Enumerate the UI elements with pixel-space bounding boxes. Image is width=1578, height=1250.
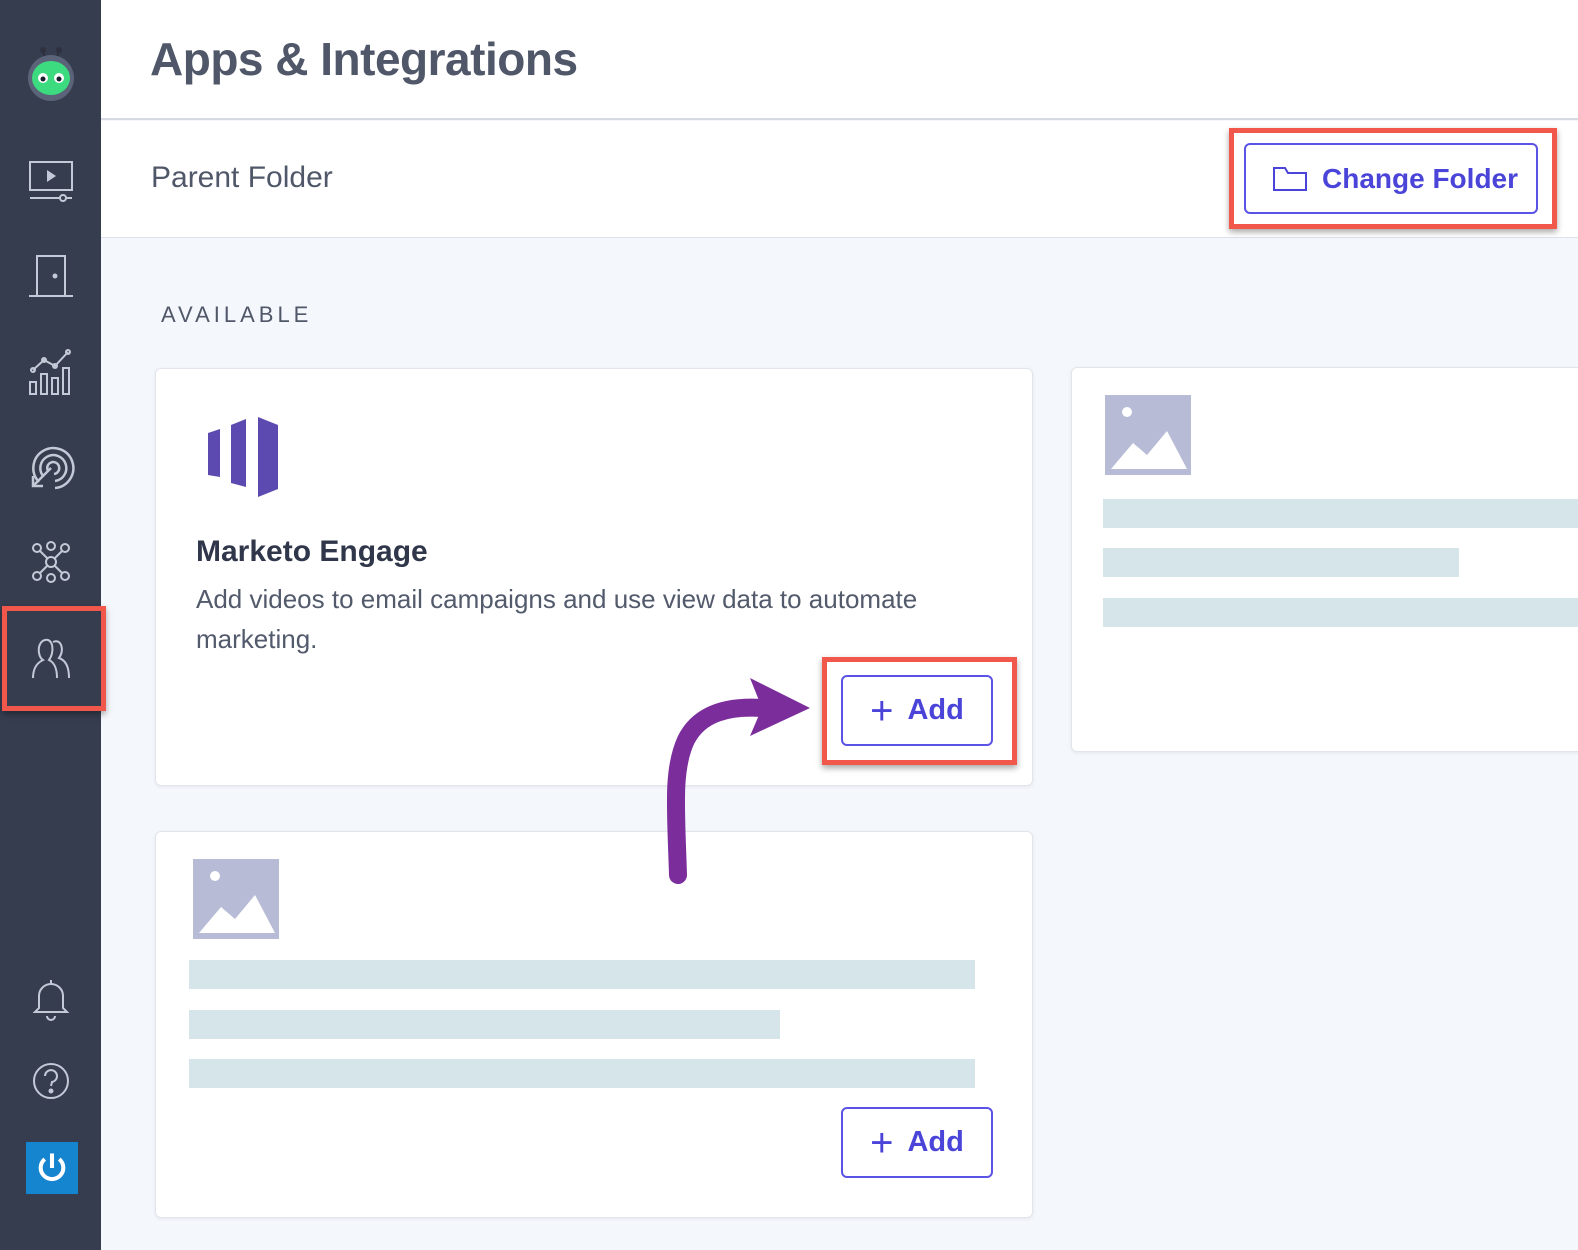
skeleton-line — [1103, 548, 1459, 577]
change-folder-highlight — [1229, 128, 1557, 229]
bell-icon[interactable] — [21, 968, 81, 1028]
help-icon[interactable] — [21, 1051, 81, 1111]
door-icon[interactable] — [21, 246, 81, 306]
image-placeholder-icon — [193, 859, 279, 939]
image-placeholder-icon — [1105, 395, 1191, 475]
callout-arrow-icon — [666, 678, 810, 884]
sidebar — [0, 0, 106, 1250]
plus-icon: + — [870, 1120, 894, 1165]
page-title: Apps & Integrations — [150, 33, 578, 85]
analytics-icon[interactable] — [21, 342, 81, 402]
add-button[interactable]: + Add — [841, 1107, 993, 1178]
skeleton-line — [189, 1059, 975, 1088]
network-icon[interactable] — [21, 532, 81, 592]
skeleton-line — [1103, 499, 1578, 528]
skeleton-line — [189, 960, 975, 989]
power-icon[interactable] — [26, 1142, 78, 1194]
skeleton-line — [189, 1010, 780, 1039]
app-logo-icon[interactable] — [21, 44, 81, 104]
section-label: AVAILABLE — [161, 302, 313, 327]
video-icon[interactable] — [21, 150, 81, 210]
page-header: Apps & Integrations — [101, 0, 1578, 120]
add-button-highlight — [822, 657, 1017, 765]
card-title: Marketo Engage — [196, 535, 428, 568]
target-icon[interactable] — [21, 438, 81, 498]
folder-label: Parent Folder — [151, 161, 333, 194]
marketo-logo — [208, 417, 278, 497]
card-description: Add videos to email campaigns and use vi… — [196, 584, 918, 654]
placeholder-card — [1071, 367, 1578, 752]
users-nav-highlight — [2, 606, 106, 711]
skeleton-line — [1103, 598, 1578, 627]
add-label: Add — [907, 1126, 964, 1158]
